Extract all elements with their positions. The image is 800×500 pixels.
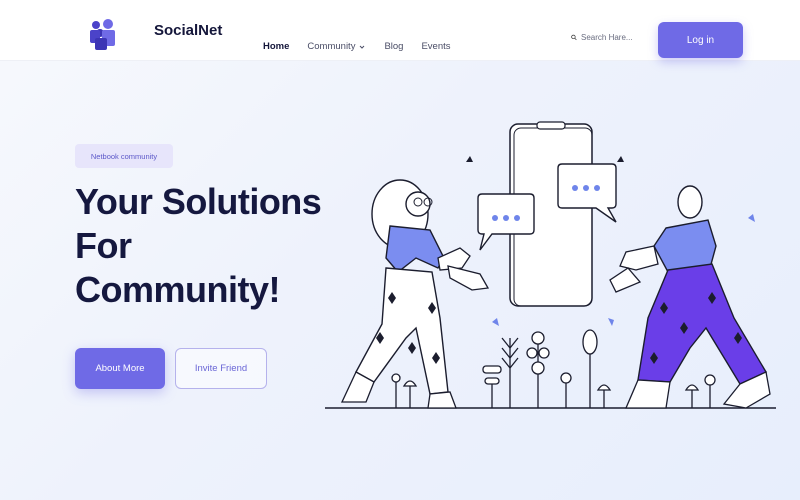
about-more-button[interactable]: About More (75, 348, 165, 389)
nav-community-label: Community (307, 41, 356, 52)
top-navbar: SocialNet Home Community Blog Events Log… (0, 0, 800, 61)
people-group-logo-icon[interactable] (88, 16, 120, 52)
nav-home[interactable]: Home (263, 41, 289, 52)
nav-events-label: Events (421, 41, 451, 52)
search-icon[interactable] (571, 33, 577, 42)
login-button[interactable]: Log in (658, 22, 743, 58)
search-box[interactable] (571, 33, 633, 42)
brand-name[interactable]: SocialNet (154, 22, 222, 39)
nav-blog-label: Blog (384, 41, 404, 52)
search-input[interactable] (581, 33, 633, 42)
person-left (340, 179, 490, 409)
nav-blog[interactable]: Blog (384, 41, 403, 52)
headline-line-2: Community! (75, 269, 281, 310)
headline-line-1: Your Solutions For (75, 181, 322, 266)
invite-friend-button[interactable]: Invite Friend (175, 348, 267, 389)
chevron-down-icon (360, 45, 365, 49)
community-illustration (325, 121, 776, 409)
community-badge: Netbook community (75, 144, 173, 168)
nav-community[interactable]: Community (307, 41, 366, 52)
main-nav: Home Community Blog Events (263, 41, 469, 52)
nav-home-label: Home (263, 41, 290, 52)
person-right (609, 185, 771, 409)
nav-events[interactable]: Events (421, 41, 450, 52)
